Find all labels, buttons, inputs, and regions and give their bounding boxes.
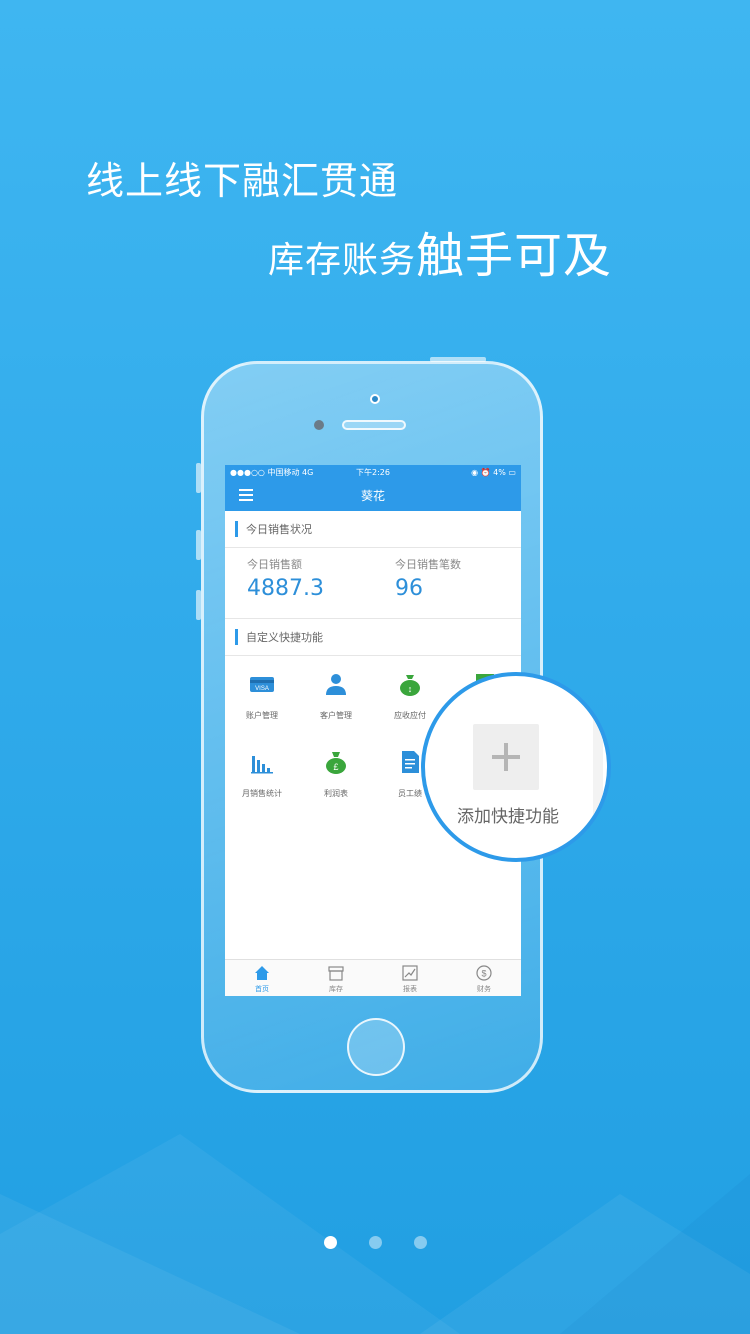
nav-bar: 葵花 bbox=[225, 479, 521, 511]
page-dot-1[interactable] bbox=[323, 1236, 337, 1249]
carrier-text: ●●●○○ 中国移动 4G bbox=[230, 467, 314, 477]
tab-report[interactable]: 报表 bbox=[373, 960, 447, 996]
headline-line2-small: 库存账务 bbox=[268, 240, 417, 281]
phone-power-button bbox=[430, 357, 486, 362]
stat-value: 96 bbox=[395, 576, 423, 601]
phone-side-button bbox=[196, 463, 201, 493]
page-dot-3[interactable] bbox=[413, 1236, 427, 1249]
tab-label: 库存 bbox=[329, 985, 343, 993]
shortcut-account[interactable]: VISA 账户管理 bbox=[225, 662, 299, 740]
magnifier-divider bbox=[593, 696, 603, 846]
tab-inventory[interactable]: 库存 bbox=[299, 960, 373, 996]
phone-volume-up bbox=[196, 530, 201, 560]
add-shortcut-button[interactable] bbox=[473, 724, 539, 790]
shortcut-section-header: 自定义快捷功能 bbox=[225, 619, 521, 656]
magnifier-callout: 添加快捷功能 bbox=[421, 672, 611, 862]
tab-label: 财务 bbox=[477, 985, 491, 993]
stat-label: 今日销售额 bbox=[247, 558, 302, 571]
sensor-icon bbox=[370, 394, 380, 404]
headline-line1: 线上线下融汇贯通 bbox=[86, 159, 399, 203]
shortcut-label: 客户管理 bbox=[320, 711, 352, 720]
tab-finance[interactable]: $ 财务 bbox=[447, 960, 521, 996]
stat-value: 4887.3 bbox=[247, 576, 324, 601]
svg-text:£: £ bbox=[333, 762, 338, 772]
phone-volume-down bbox=[196, 590, 201, 620]
home-icon bbox=[255, 966, 269, 980]
inventory-icon bbox=[328, 966, 344, 981]
customer-icon bbox=[326, 674, 346, 695]
stat-sales-amount[interactable]: 今日销售额 4887.3 bbox=[225, 548, 373, 618]
document-icon bbox=[402, 751, 419, 773]
money-bag-icon: ↕ bbox=[400, 675, 420, 696]
stat-label: 今日销售笔数 bbox=[395, 558, 461, 571]
report-icon bbox=[402, 965, 418, 981]
battery-indicator: ◉ ⏰ 4% ▭ bbox=[471, 467, 516, 477]
profit-bag-icon: £ bbox=[326, 752, 346, 774]
bar-chart-icon bbox=[251, 756, 273, 774]
page-title: 葵花 bbox=[360, 488, 385, 503]
shortcut-label: 账户管理 bbox=[246, 711, 278, 720]
svg-text:↕: ↕ bbox=[408, 684, 413, 694]
shortcut-label: 应收应付 bbox=[394, 711, 426, 720]
headline-line2: 库存账务触手可及 bbox=[268, 216, 612, 286]
tab-home[interactable]: 首页 bbox=[225, 960, 299, 996]
shortcut-profit[interactable]: £ 利润表 bbox=[299, 740, 373, 818]
menu-icon[interactable] bbox=[239, 489, 253, 501]
background-shape bbox=[0, 1134, 750, 1334]
finance-icon: $ bbox=[476, 965, 492, 981]
tab-label: 报表 bbox=[403, 985, 417, 993]
home-button[interactable] bbox=[347, 1018, 405, 1076]
visa-card-icon: VISA bbox=[250, 677, 274, 692]
shortcut-monthly-sales[interactable]: 月销售统计 bbox=[225, 740, 299, 818]
status-time: 下午2:26 bbox=[356, 467, 390, 477]
add-shortcut-label: 添加快捷功能 bbox=[457, 807, 559, 827]
sales-stats: 今日销售额 4887.3 今日销售笔数 96 bbox=[225, 548, 521, 619]
shortcut-label: 利润表 bbox=[324, 789, 348, 798]
speaker-grille bbox=[342, 420, 406, 430]
tab-label: 首页 bbox=[255, 985, 269, 993]
shortcut-section-title: 自定义快捷功能 bbox=[246, 631, 323, 644]
svg-text:$: $ bbox=[481, 969, 486, 979]
shortcut-label: 员工绩 bbox=[398, 789, 422, 798]
page-indicator bbox=[0, 1236, 750, 1249]
sales-section-title: 今日销售状况 bbox=[246, 523, 312, 536]
svg-text:VISA: VISA bbox=[255, 686, 269, 692]
shortcut-customer[interactable]: 客户管理 bbox=[299, 662, 373, 740]
page-dot-2[interactable] bbox=[368, 1236, 382, 1249]
sales-section-header: 今日销售状况 bbox=[225, 511, 521, 548]
plus-icon bbox=[492, 743, 520, 771]
camera-icon bbox=[314, 420, 324, 430]
headline-line2-big: 触手可及 bbox=[416, 228, 613, 284]
shortcut-label: 月销售统计 bbox=[242, 789, 282, 798]
status-bar: ●●●○○ 中国移动 4G 下午2:26 ◉ ⏰ 4% ▭ bbox=[225, 465, 521, 479]
stat-sales-count[interactable]: 今日销售笔数 96 bbox=[373, 548, 521, 618]
tab-bar: 首页 库存 报表 $ 财务 bbox=[225, 959, 521, 996]
